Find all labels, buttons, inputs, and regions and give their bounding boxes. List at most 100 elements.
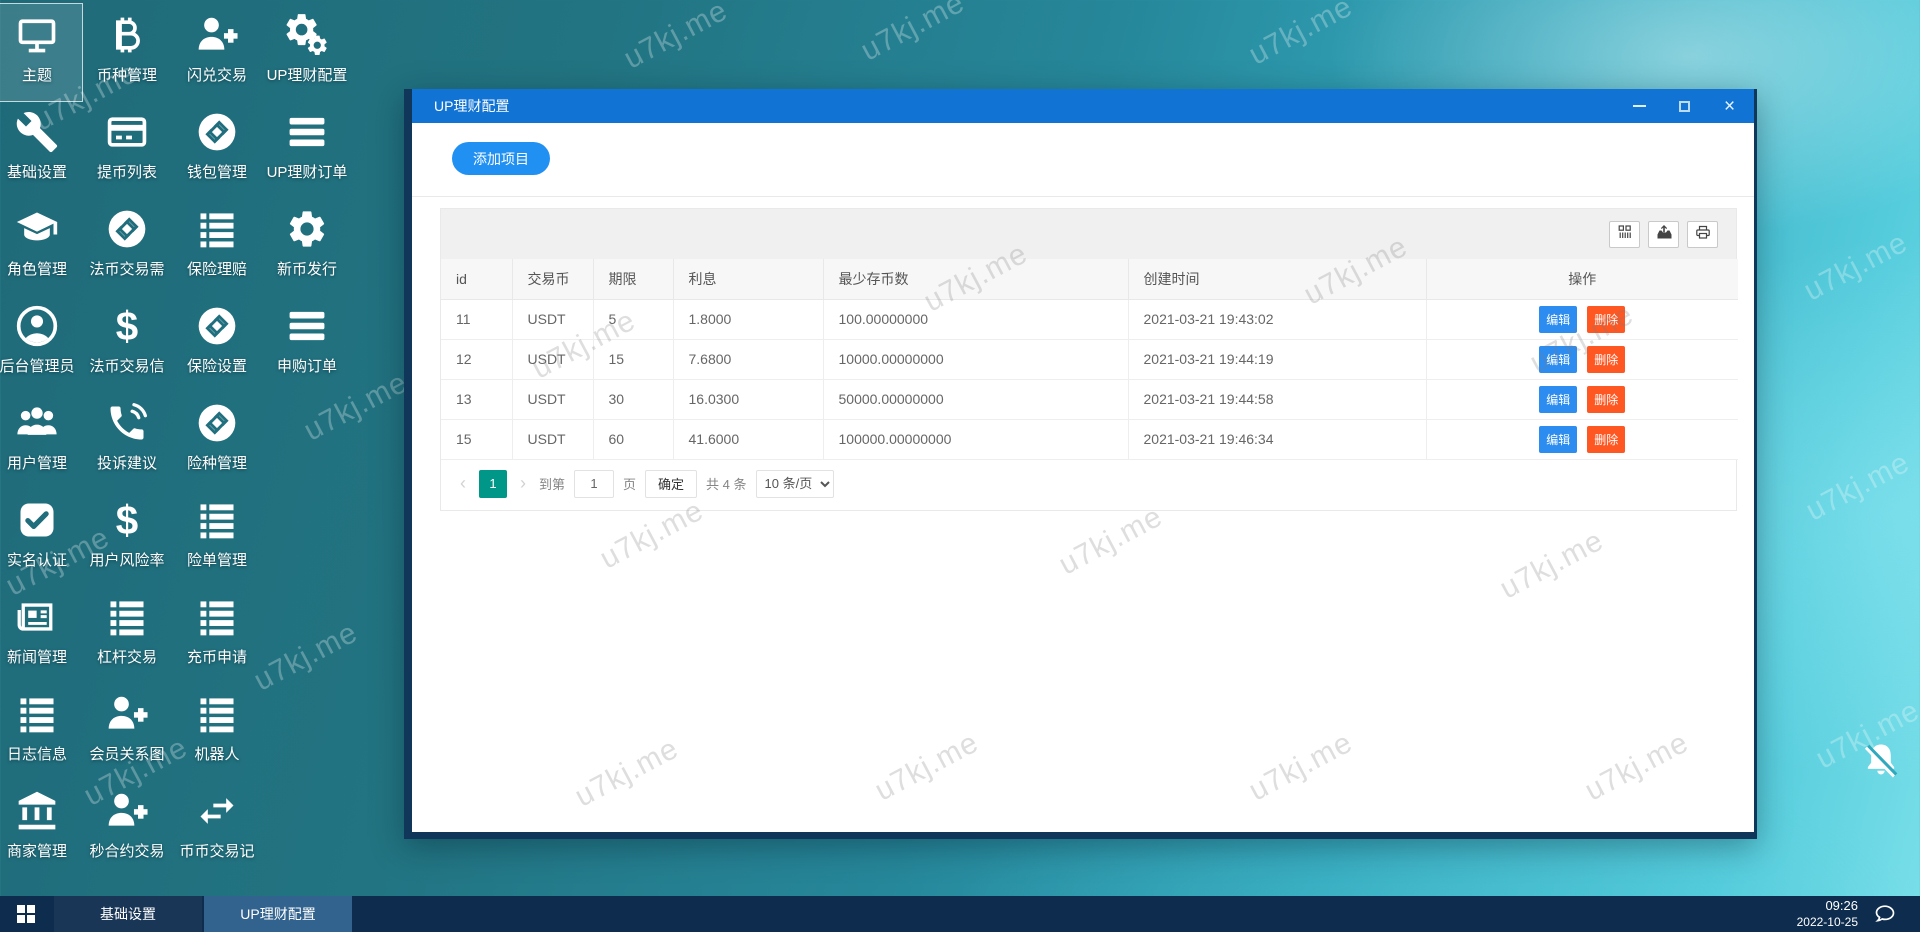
desktop-icon[interactable]: 保险理赔 xyxy=(172,198,262,295)
desktop-icon[interactable]: 闪兑交易 xyxy=(172,4,262,101)
cell-min_deposit: 100.00000000 xyxy=(823,299,1129,340)
current-page-button[interactable]: 1 xyxy=(479,469,507,498)
desktop-icon[interactable]: UP理财订单 xyxy=(262,101,352,198)
minimize-button[interactable] xyxy=(1617,89,1662,123)
desktop-icon[interactable]: 币种管理 xyxy=(82,4,172,101)
add-project-button[interactable]: 添加项目 xyxy=(452,142,550,175)
delete-button[interactable]: 删除 xyxy=(1587,345,1626,373)
cell-period: 15 xyxy=(593,339,674,380)
desktop-icon[interactable]: 险种管理 xyxy=(172,392,262,489)
cell-created: 2021-03-21 19:43:02 xyxy=(1128,299,1427,340)
list-icon xyxy=(194,691,240,737)
desktop-icon-label: 闪兑交易 xyxy=(186,67,247,84)
wrench-icon xyxy=(14,109,60,155)
chat-bubble-icon[interactable] xyxy=(1870,899,1900,929)
goto-label: 到第 xyxy=(539,477,566,492)
coin-icon xyxy=(104,206,150,252)
desktop-icon[interactable]: 日志信息 xyxy=(0,683,82,780)
delete-button[interactable]: 删除 xyxy=(1587,425,1626,453)
desktop-icon[interactable]: 新币发行 xyxy=(262,198,352,295)
desktop-icon[interactable]: 法币交易需 xyxy=(82,198,172,295)
cell-id: 15 xyxy=(441,419,513,460)
maximize-button[interactable] xyxy=(1662,89,1707,123)
prev-page-button[interactable]: ‹ xyxy=(456,473,470,494)
desktop-icon[interactable]: 币币交易记 xyxy=(172,780,262,877)
table-toolbar xyxy=(441,209,1736,259)
edit-button[interactable]: 编辑 xyxy=(1539,305,1578,333)
delete-button[interactable]: 删除 xyxy=(1587,385,1626,413)
window-title: UP理财配置 xyxy=(434,98,510,114)
watermark: u7kj.me xyxy=(855,0,971,68)
desktop-icon-label: 后台管理员 xyxy=(0,358,75,375)
edit-button[interactable]: 编辑 xyxy=(1539,345,1578,373)
desktop-icon[interactable]: 秒合约交易 xyxy=(82,780,172,877)
user-plus-icon xyxy=(194,12,240,58)
window-body: 添加项目 id 交易币 期限 利息 最少存币数 创建时间 操作 11 USDT … xyxy=(412,123,1754,832)
edit-button[interactable]: 编辑 xyxy=(1539,425,1578,453)
page-size-select[interactable]: 10 条/页 xyxy=(755,469,834,498)
edit-button[interactable]: 编辑 xyxy=(1539,385,1578,413)
desktop-icon[interactable]: 角色管理 xyxy=(0,198,82,295)
print-icon xyxy=(1695,224,1711,245)
desktop-icon[interactable]: 申购订单 xyxy=(262,295,352,392)
desktop-icon[interactable]: 钱包管理 xyxy=(172,101,262,198)
cell-period: 30 xyxy=(593,379,674,420)
desktop-icon-label: 投诉建议 xyxy=(96,455,157,472)
desktop-icon[interactable]: 投诉建议 xyxy=(82,392,172,489)
desktop-icon[interactable]: 险单管理 xyxy=(172,489,262,586)
table-body: 11 USDT 5 1.8000 100.00000000 2021-03-21 19:4… xyxy=(441,299,1738,460)
export-button[interactable] xyxy=(1648,220,1679,248)
close-button[interactable]: × xyxy=(1707,89,1752,123)
taskbar-items: 基础设置 UP理财配置 xyxy=(52,896,352,932)
cell-actions: 编辑 删除 xyxy=(1426,299,1738,340)
bell-muted-icon[interactable] xyxy=(1860,740,1902,782)
taskbar-item[interactable]: UP理财配置 xyxy=(204,896,352,932)
taskbar-item[interactable]: 基础设置 xyxy=(54,896,202,932)
desktop-icon[interactable]: $ 法币交易信 xyxy=(82,295,172,392)
window-titlebar[interactable]: UP理财配置 × xyxy=(412,89,1754,123)
print-button[interactable] xyxy=(1687,220,1718,248)
table-header: id 交易币 期限 利息 最少存币数 创建时间 操作 xyxy=(441,259,1738,300)
page-unit-label: 页 xyxy=(623,477,637,492)
desktop-icon[interactable]: $ 用户风险率 xyxy=(82,489,172,586)
monitor-icon xyxy=(14,12,60,58)
desktop-icon[interactable]: 新闻管理 xyxy=(0,586,82,683)
gear-icon xyxy=(284,206,330,252)
goto-page-input[interactable] xyxy=(574,469,615,498)
cell-interest: 1.8000 xyxy=(673,299,824,340)
list-icon xyxy=(194,594,240,640)
watermark: u7kj.me xyxy=(569,731,685,814)
desktop-icon[interactable]: 实名认证 xyxy=(0,489,82,586)
next-page-button[interactable]: › xyxy=(516,473,530,494)
confirm-page-button[interactable]: 确定 xyxy=(645,469,698,498)
svg-text:$: $ xyxy=(116,498,138,542)
start-button[interactable] xyxy=(0,896,52,932)
desktop-icon[interactable]: 保险设置 xyxy=(172,295,262,392)
watermark: u7kj.me xyxy=(1800,445,1916,528)
data-table: id 交易币 期限 利息 最少存币数 创建时间 操作 11 USDT 5 1.8000 100.00… xyxy=(441,259,1738,460)
menu-icon xyxy=(284,303,330,349)
table-row: 12 USDT 15 7.6800 10000.00000000 2021-03-21 1… xyxy=(441,339,1738,380)
desktop-icon[interactable]: 机器人 xyxy=(172,683,262,780)
menu-icon xyxy=(284,109,330,155)
desktop-icon[interactable]: 用户管理 xyxy=(0,392,82,489)
desktop-icon[interactable]: 杠杆交易 xyxy=(82,586,172,683)
cell-id: 13 xyxy=(441,379,513,420)
column-header: 利息 xyxy=(673,259,824,300)
desktop-icon[interactable]: 后台管理员 xyxy=(0,295,82,392)
desktop-icon[interactable]: 充币申请 xyxy=(172,586,262,683)
desktop-icon-label: 机器人 xyxy=(194,746,240,763)
desktop-icon[interactable]: 会员关系图 xyxy=(82,683,172,780)
desktop-icon-label: 主题 xyxy=(21,67,52,84)
desktop-icon-label: 杠杆交易 xyxy=(96,649,157,666)
desktop-icon[interactable]: 基础设置 xyxy=(0,101,82,198)
svg-text:$: $ xyxy=(116,304,138,348)
desktop-icon[interactable]: 商家管理 xyxy=(0,780,82,877)
filter-columns-button[interactable] xyxy=(1609,220,1640,248)
delete-button[interactable]: 删除 xyxy=(1587,305,1626,333)
cell-coin: USDT xyxy=(512,379,594,420)
desktop-icon[interactable]: UP理财配置 xyxy=(262,4,352,101)
desktop-icon[interactable]: 提币列表 xyxy=(82,101,172,198)
desktop-icon[interactable]: 主题 xyxy=(0,3,83,102)
desktop-icon-label: 秒合约交易 xyxy=(89,843,165,860)
